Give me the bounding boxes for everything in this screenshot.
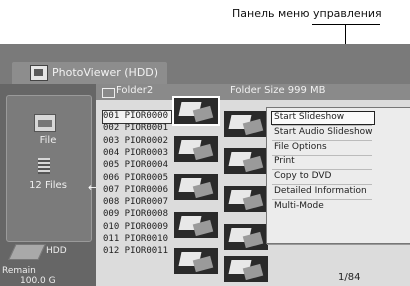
photo-thumbnail[interactable] (172, 96, 220, 126)
file-row[interactable]: 012 PIOR0011 (103, 246, 171, 258)
folder-name: Folder2 (116, 85, 154, 96)
photo-thumbnail[interactable] (224, 224, 268, 250)
file-row[interactable]: 009 PIOR0008 (103, 209, 171, 221)
file-row[interactable]: 008 PIOR0007 (103, 197, 171, 209)
remain-label: Remain (2, 266, 36, 276)
menu-item[interactable]: Start Slideshow (271, 111, 375, 125)
file-row[interactable]: 004 PIOR0003 (103, 148, 171, 160)
file-label: File (39, 135, 57, 146)
app-icon (30, 65, 48, 81)
files-count-label: 12 Files (29, 180, 67, 191)
callout-label: Панель меню управления (232, 7, 382, 20)
photo-thumbnail[interactable] (174, 136, 218, 162)
photo-thumbnail[interactable] (174, 248, 218, 274)
page-counter: 1/84 (338, 272, 361, 283)
menu-item[interactable]: Print (272, 156, 374, 168)
folder-icon (102, 88, 115, 98)
menu-item[interactable]: Copy to DVD (272, 171, 374, 183)
file-row[interactable]: 006 PIOR0005 (103, 173, 171, 185)
menu-item[interactable]: File Options (272, 142, 374, 154)
remain-value: 100.0 G (20, 276, 56, 286)
file-row[interactable]: 010 PIOR0009 (103, 222, 171, 234)
photo-thumbnail[interactable] (174, 212, 218, 238)
photo-thumbnail[interactable] (174, 174, 218, 200)
file-row[interactable]: 007 PIOR0006 (103, 185, 171, 197)
callout-line (312, 24, 380, 25)
photo-thumbnail[interactable] (224, 256, 268, 282)
folder-size: Folder Size 999 MB (230, 85, 326, 96)
app-title: PhotoViewer (HDD) (52, 66, 159, 79)
drive-label: HDD (46, 246, 67, 256)
file-row[interactable]: 001 PIOR0000 (102, 110, 172, 124)
menu-item[interactable]: Multi-Mode (272, 201, 374, 213)
photo-thumbnail[interactable] (224, 148, 268, 174)
menu-item[interactable]: Detailed Information (272, 186, 374, 198)
file-row[interactable]: 011 PIOR0010 (103, 234, 171, 246)
file-row[interactable]: 003 PIOR0002 (103, 136, 171, 148)
photo-thumbnail[interactable] (224, 111, 268, 137)
menu-item[interactable]: Start Audio Slideshow (272, 127, 374, 139)
file-row[interactable]: 005 PIOR0004 (103, 160, 171, 172)
file-icon (34, 114, 56, 132)
photo-thumbnail[interactable] (224, 186, 268, 212)
file-row[interactable]: 002 PIOR0001 (103, 123, 171, 135)
files-icon (38, 158, 50, 174)
